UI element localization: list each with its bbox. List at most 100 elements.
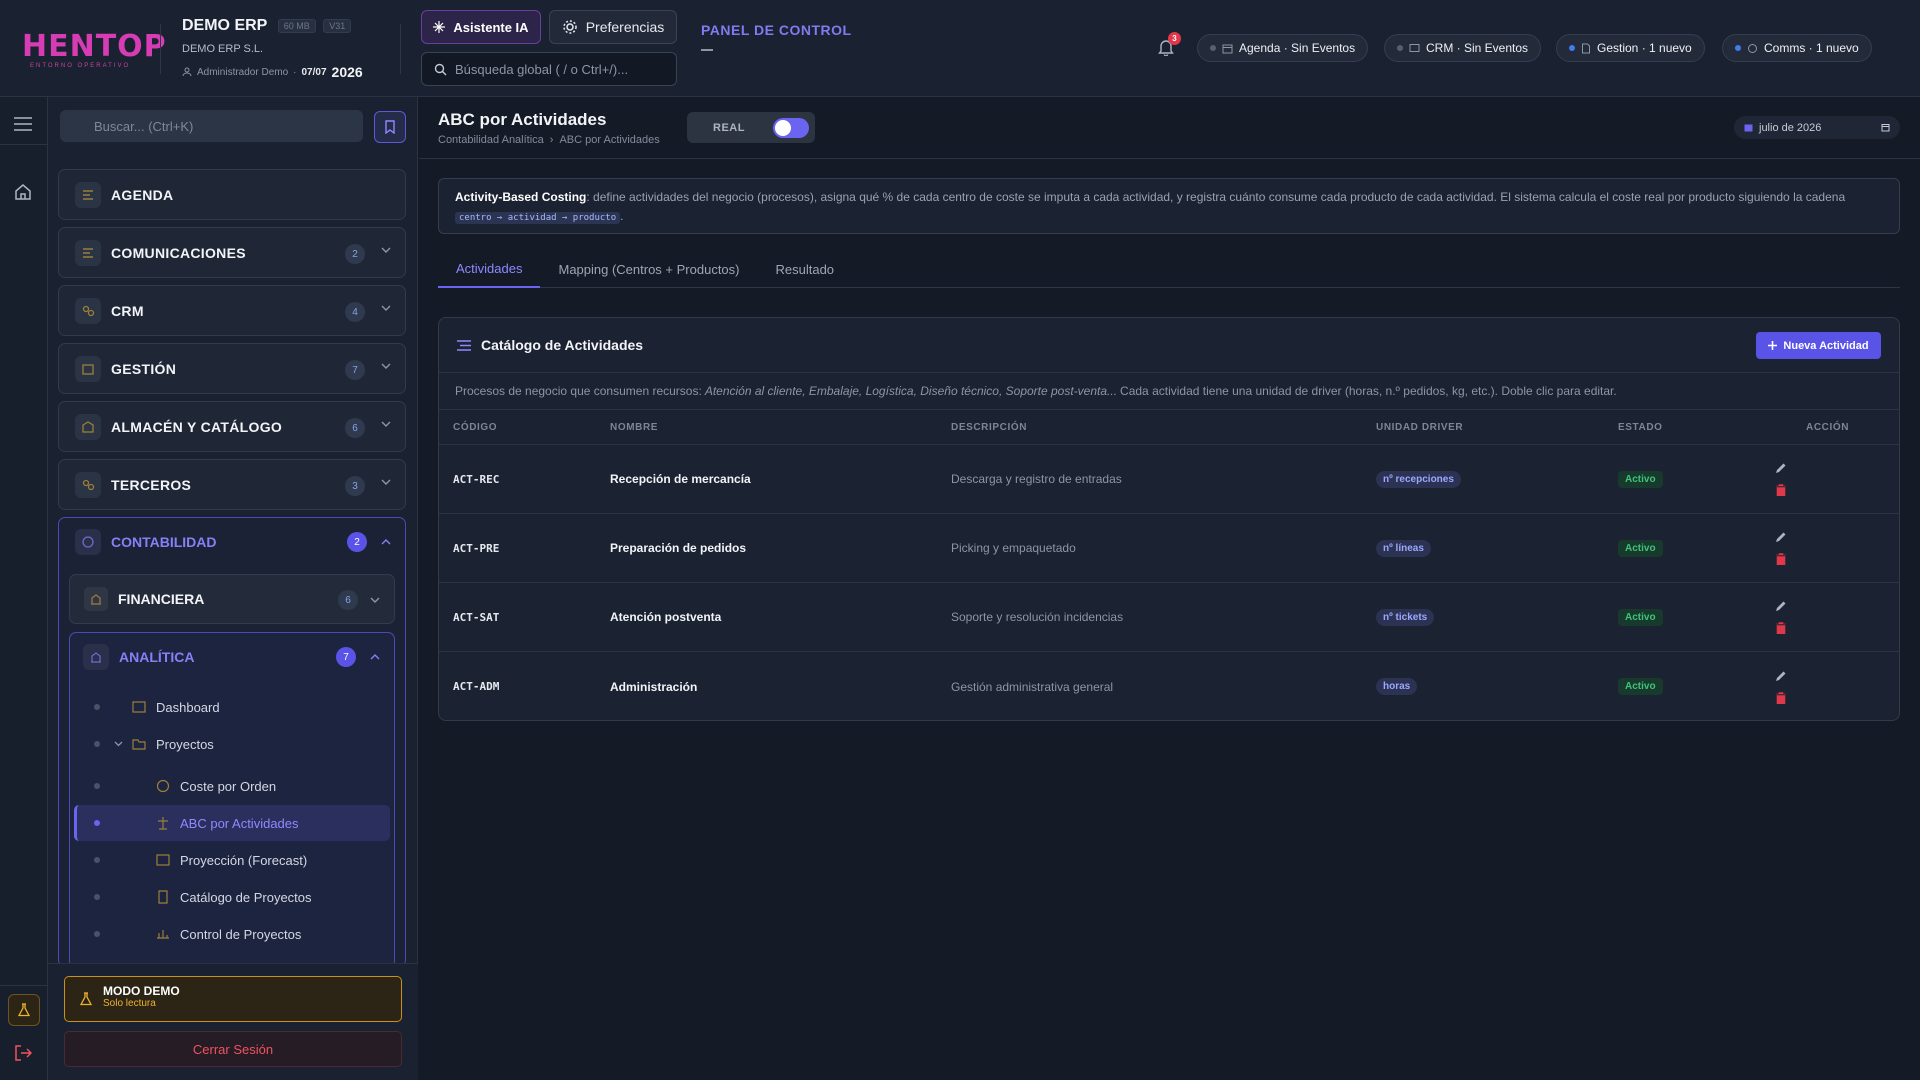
app-logo[interactable]: HENTOP ENTORNO OPERATIVO: [22, 29, 167, 70]
tree-item-catalogo-proyectos[interactable]: Catálogo de Proyectos: [74, 879, 390, 915]
control-panel-link[interactable]: PANEL DE CONTROL: [701, 22, 852, 38]
tab-resultado[interactable]: Resultado: [758, 251, 853, 288]
tabs: Actividades Mapping (Centros + Productos…: [438, 251, 1900, 288]
new-activity-button[interactable]: Nueva Actividad: [1756, 332, 1881, 359]
activity-description: Soporte y resolución incidencias: [951, 610, 1124, 624]
sidebar-item-gestion[interactable]: GESTIÓN 7: [58, 343, 406, 394]
edit-icon[interactable]: [1775, 531, 1787, 543]
gear-icon: [562, 20, 577, 34]
user-icon: [182, 67, 192, 77]
sidebar-item-label: FINANCIERA: [118, 591, 205, 607]
tab-mapping[interactable]: Mapping (Centros + Productos): [540, 251, 757, 288]
tab-actividades[interactable]: Actividades: [438, 251, 541, 288]
sidebar-item-crm[interactable]: CRM 4: [58, 285, 406, 336]
preferences-button[interactable]: Preferencias: [549, 10, 677, 44]
delete-icon[interactable]: [1776, 553, 1786, 565]
edit-icon[interactable]: [1775, 600, 1787, 612]
month-picker[interactable]: julio de 2026: [1734, 116, 1900, 139]
bookmark-icon: [385, 120, 395, 134]
tree-bullet: [94, 704, 100, 710]
count-badge: 2: [347, 532, 367, 552]
gestion-status-pill[interactable]: Gestion · 1 nuevo: [1556, 34, 1705, 62]
sidebar-item-almacen[interactable]: ALMACÉN Y CATÁLOGO 6: [58, 401, 406, 452]
driver-badge: nº tickets: [1376, 608, 1435, 626]
table-row[interactable]: ACT-PRE Preparación de pedidos Picking y…: [439, 514, 1899, 583]
delete-icon[interactable]: [1776, 484, 1786, 496]
control-panel-underline: [701, 49, 713, 51]
chevron-up-icon: [381, 539, 391, 545]
sidebar-search-placeholder: Buscar... (Ctrl+K): [94, 118, 194, 134]
sidebar-item-analitica[interactable]: ANALÍTICA 7: [70, 633, 394, 681]
chat-icon: [1409, 43, 1420, 52]
sidebar-group-analitica: ANALÍTICA 7 Dashboard Proyectos Coste po…: [69, 632, 395, 968]
count-badge: 7: [345, 360, 365, 380]
toggle-label: REAL: [713, 121, 745, 134]
desc-text: Procesos de negocio que consumen recurso…: [455, 384, 702, 398]
global-search-input[interactable]: Búsqueda global ( / o Ctrl+/)...: [421, 52, 677, 86]
notifications-button[interactable]: 3: [1158, 32, 1181, 56]
tree-item-coste-por-orden[interactable]: Coste por Orden: [74, 768, 390, 804]
card-header: Catálogo de Actividades Nueva Actividad: [439, 318, 1899, 373]
status-dot: [1210, 45, 1216, 51]
desc-text: Cada actividad tiene una unidad de drive…: [1120, 384, 1617, 398]
edit-icon[interactable]: [1775, 670, 1787, 682]
delete-icon[interactable]: [1776, 691, 1786, 704]
sidebar-item-terceros[interactable]: TERCEROS 3: [58, 459, 406, 510]
breadcrumb-item[interactable]: Contabilidad Analítica: [438, 134, 544, 146]
tree-item-abc-por-actividades[interactable]: ABC por Actividades: [74, 805, 390, 841]
table-header: CÓDIGO NOMBRE DESCRIPCIÓN UNIDAD DRIVER …: [439, 410, 1899, 445]
sidebar-item-contabilidad[interactable]: CONTABILIDAD 2: [59, 518, 405, 566]
logo-subtitle: ENTORNO OPERATIVO: [30, 63, 131, 69]
module-icon: [75, 413, 101, 440]
toggle-switch[interactable]: [772, 117, 809, 138]
delete-icon[interactable]: [1776, 622, 1786, 634]
ai-assistant-button[interactable]: Asistente IA: [421, 10, 541, 44]
table-row[interactable]: ACT-SAT Atención postventa Soporte y res…: [439, 583, 1899, 652]
activity-description: Descarga y registro de entradas: [951, 472, 1122, 486]
tree-item-label: Control de Proyectos: [180, 926, 302, 942]
sidebar: Buscar... (Ctrl+K) AGENDA COMUNICACIONES…: [48, 97, 418, 1080]
count-badge: 4: [345, 302, 365, 322]
count-badge: 2: [345, 244, 365, 264]
hamburger-icon: [14, 117, 32, 131]
home-button[interactable]: [14, 183, 32, 201]
menu-toggle-button[interactable]: [14, 117, 32, 131]
column-header: CÓDIGO: [453, 421, 498, 433]
status-dot: [1735, 45, 1741, 51]
real-mode-toggle[interactable]: REAL: [687, 112, 815, 143]
table-row[interactable]: ACT-REC Recepción de mercancía Descarga …: [439, 445, 1899, 514]
logo-text: HENTOP: [22, 29, 167, 64]
sidebar-item-financiera[interactable]: FINANCIERA 6: [69, 574, 395, 624]
crm-status-pill[interactable]: CRM · Sin Eventos: [1384, 34, 1542, 62]
module-icon: [75, 239, 101, 266]
count-badge: 7: [336, 647, 356, 667]
calendar-icon: [1744, 124, 1753, 132]
chevron-down-icon: [381, 363, 391, 369]
logout-button[interactable]: Cerrar Sesión: [64, 1031, 402, 1067]
edit-icon[interactable]: [1775, 462, 1787, 474]
company-info: DEMO ERP 60 MB V31 DEMO ERP S.L. Adminis…: [182, 17, 363, 80]
breadcrumb: Contabilidad Analítica › ABC por Activid…: [438, 134, 660, 146]
row-actions: [1775, 583, 1787, 651]
tree-item-proyeccion[interactable]: Proyección (Forecast): [74, 842, 390, 878]
column-header: ESTADO: [1618, 421, 1663, 433]
tree-item-control-proyectos[interactable]: Control de Proyectos: [74, 916, 390, 952]
tree-item-proyectos[interactable]: Proyectos: [74, 726, 390, 762]
table-row[interactable]: ACT-ADM Administración Gestión administr…: [439, 652, 1899, 720]
demo-mode-title: MODO DEMO: [103, 984, 180, 998]
tree-bullet: [94, 857, 100, 863]
sidebar-search-input[interactable]: Buscar... (Ctrl+K): [60, 110, 363, 142]
sidebar-pin-button[interactable]: [374, 111, 406, 143]
card-description: Procesos de negocio que consumen recurso…: [439, 373, 1899, 410]
comms-status-pill[interactable]: Comms · 1 nuevo: [1722, 34, 1872, 62]
agenda-status-pill[interactable]: Agenda · Sin Eventos: [1197, 34, 1369, 62]
ai-assistant-label: Asistente IA: [453, 19, 529, 35]
activities-catalog-card: Catálogo de Actividades Nueva Actividad …: [438, 317, 1900, 721]
sidebar-item-agenda[interactable]: AGENDA: [58, 169, 406, 220]
logout-icon-button[interactable]: [14, 1044, 32, 1062]
tree-item-dashboard[interactable]: Dashboard: [74, 689, 390, 725]
tree-item-label: Coste por Orden: [180, 778, 277, 794]
demo-mode-button[interactable]: [8, 994, 40, 1026]
sidebar-item-comunicaciones[interactable]: COMUNICACIONES 2: [58, 227, 406, 278]
tree-bullet: [94, 783, 100, 789]
